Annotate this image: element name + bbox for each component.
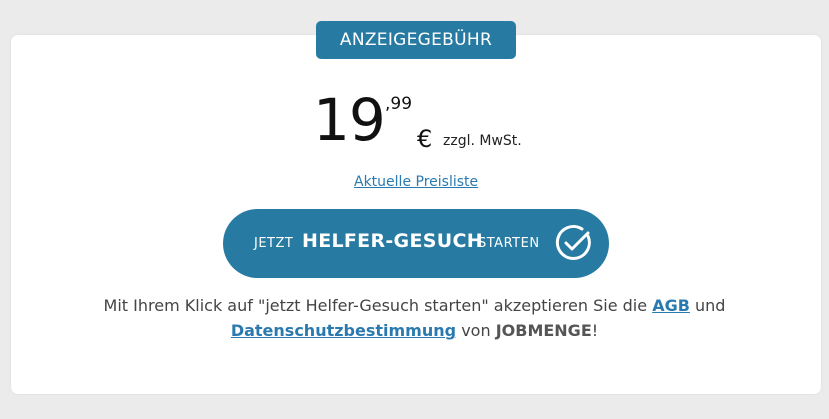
cta-prefix: JETZT <box>254 236 294 251</box>
cta-suffix: STARTEN <box>478 236 540 251</box>
start-helper-request-button[interactable]: JETZT HELFER-GESUCH STARTEN <box>223 209 609 278</box>
terms-text-1: Mit Ihrem Klick auf "jetzt Helfer-Gesuch… <box>103 296 648 315</box>
fee-badge: ANZEIGEGEBÜHR <box>316 21 516 59</box>
privacy-policy-link[interactable]: Datenschutzbestimmung <box>231 321 456 340</box>
price-list-link[interactable]: Aktuelle Preisliste <box>354 174 478 190</box>
tax-note: zzgl. MwSt. <box>443 133 522 149</box>
brand-name: JOBMENGE <box>495 321 592 340</box>
price-integer: 19 <box>313 86 386 154</box>
terms-notice: Mit Ihrem Klick auf "jetzt Helfer-Gesuch… <box>0 293 829 343</box>
cta-main-label: HELFER-GESUCH <box>302 230 483 252</box>
terms-text-2: und <box>695 296 726 315</box>
currency-symbol: € <box>417 125 433 153</box>
terms-text-4: ! <box>591 321 599 340</box>
price-decimals: ,99 <box>385 94 413 114</box>
agb-link[interactable]: AGB <box>652 296 690 315</box>
terms-text-3: von <box>461 321 491 340</box>
check-circle-icon <box>555 224 591 260</box>
